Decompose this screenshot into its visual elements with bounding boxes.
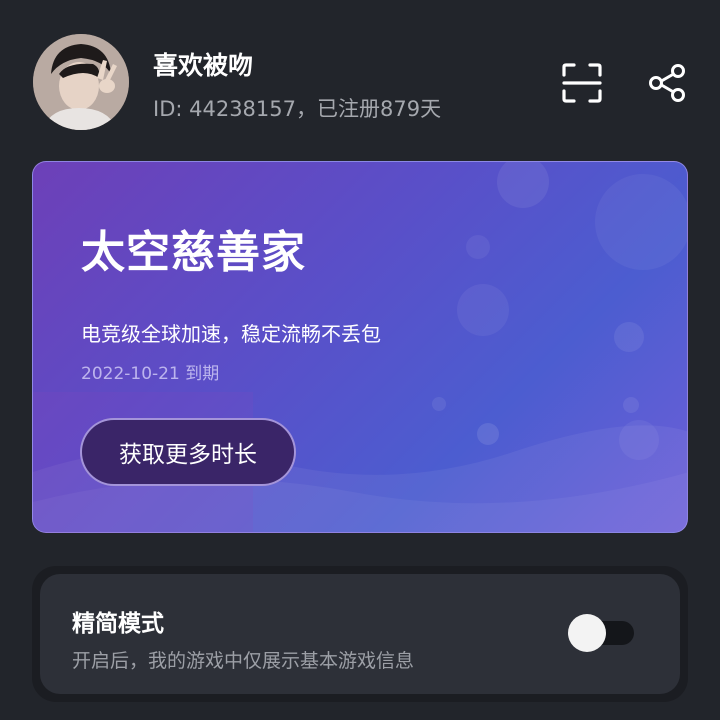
simple-mode-toggle[interactable] bbox=[568, 614, 634, 652]
avatar[interactable] bbox=[33, 34, 129, 130]
username: 喜欢被吻 bbox=[153, 51, 254, 80]
get-more-time-button[interactable]: 获取更多时长 bbox=[80, 418, 296, 486]
expiry-date: 2022-10-21 到期 bbox=[81, 364, 220, 384]
scan-button[interactable] bbox=[559, 60, 605, 106]
membership-card: 太空慈善家 电竞级全球加速，稳定流畅不丢包 2022-10-21 到期 获取更多… bbox=[32, 161, 688, 533]
plan-title: 太空慈善家 bbox=[81, 227, 306, 278]
toggle-knob bbox=[568, 614, 606, 652]
plan-subtitle: 电竞级全球加速，稳定流畅不丢包 bbox=[81, 322, 381, 346]
scan-icon bbox=[562, 63, 602, 103]
avatar-image bbox=[33, 34, 129, 130]
profile-screen: 喜欢被吻 ID: 44238157，已注册879天 太空慈善家 电竞级全球加速，… bbox=[0, 0, 720, 720]
share-icon bbox=[649, 64, 685, 102]
simple-mode-title: 精简模式 bbox=[72, 611, 164, 637]
share-button[interactable] bbox=[644, 60, 690, 106]
user-id-info: ID: 44238157，已注册879天 bbox=[153, 97, 442, 121]
simple-mode-description: 开启后，我的游戏中仅展示基本游戏信息 bbox=[72, 650, 415, 672]
